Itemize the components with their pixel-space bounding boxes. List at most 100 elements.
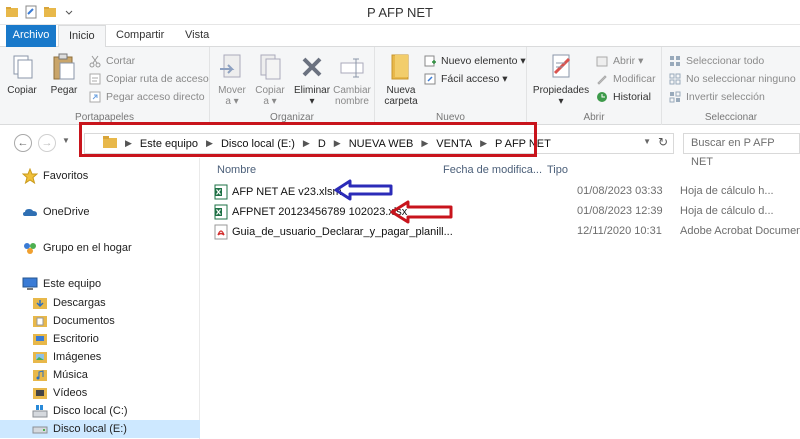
nav-disco-e[interactable]: Disco local (E:) <box>0 420 200 438</box>
crumb-d[interactable]: D <box>318 138 326 150</box>
invert-selection-button[interactable]: Invertir selección <box>668 89 765 105</box>
homegroup-icon <box>22 240 38 256</box>
address-history-button[interactable]: ▼ <box>643 137 651 146</box>
chevron-right-icon: ▶ <box>206 138 213 148</box>
select-all-button[interactable]: Seleccionar todo <box>668 53 764 69</box>
refresh-button[interactable]: ↻ <box>658 135 668 149</box>
chevron-right-icon: ▶ <box>125 138 132 148</box>
new-folder-button[interactable]: Nueva carpeta <box>381 51 421 107</box>
file-type: Hoja de cálculo h... <box>680 185 774 197</box>
nav-favoritos[interactable]: Favoritos <box>21 167 88 185</box>
nav-grupo-hogar[interactable]: Grupo en el hogar <box>22 239 132 257</box>
new-item-button[interactable]: Nuevo elemento ▾ <box>423 53 526 69</box>
nav-videos[interactable]: Vídeos <box>32 384 87 402</box>
new-folder-icon <box>385 51 417 83</box>
nav-escritorio[interactable]: Escritorio <box>32 330 99 348</box>
group-nuevo: Nueva carpeta Nuevo elemento ▾ Fácil acc… <box>375 47 527 125</box>
edit-button[interactable]: Modificar <box>595 71 656 87</box>
copy-button[interactable]: Copiar <box>6 51 38 96</box>
select-all-icon <box>668 54 682 68</box>
ribbon-tabs: Archivo Inicio Compartir Vista <box>0 25 800 48</box>
copy-to-button[interactable]: Copiar a ▾ <box>252 51 288 107</box>
recent-locations-button[interactable]: ▼ <box>62 136 70 145</box>
nav-disco-c[interactable]: Disco local (C:) <box>32 402 128 420</box>
new-item-icon <box>423 54 437 68</box>
move-to-button[interactable]: Mover a ▾ <box>214 51 250 107</box>
edit-icon <box>595 72 609 86</box>
open-button[interactable]: Abrir ▾ <box>595 53 643 69</box>
tab-inicio[interactable]: Inicio <box>58 25 106 48</box>
group-label-abrir: Abrir <box>583 112 605 123</box>
arrow-right-icon: → <box>41 137 53 149</box>
paste-shortcut-icon <box>88 90 102 104</box>
history-button[interactable]: Historial <box>595 89 651 105</box>
file-type: Hoja de cálculo d... <box>680 205 774 217</box>
table-row[interactable]: AFP NET AE v23.xlsm 01/08/2023 03:33 Hoj… <box>214 182 800 201</box>
tab-archivo[interactable]: Archivo <box>6 25 56 47</box>
title-bar: P AFP NET <box>0 0 800 25</box>
easy-access-button[interactable]: Fácil acceso ▾ <box>423 71 508 87</box>
downloads-folder-icon <box>32 295 48 311</box>
nav-documentos[interactable]: Documentos <box>32 312 115 330</box>
nav-musica[interactable]: Música <box>32 366 88 384</box>
search-input[interactable]: Buscar en P AFP NET <box>683 133 800 168</box>
column-header-date[interactable]: Fecha de modifica... <box>443 164 542 176</box>
move-icon <box>216 51 248 83</box>
column-header-name[interactable]: Nombre <box>217 164 256 176</box>
crumb-este-equipo[interactable]: Este equipo <box>140 138 198 150</box>
group-label-organizar: Organizar <box>270 112 314 123</box>
windows-drive-icon <box>32 403 48 419</box>
pdf-icon <box>214 224 228 240</box>
forward-button[interactable]: → <box>38 134 56 152</box>
computer-icon <box>22 276 38 292</box>
back-button[interactable]: ← <box>14 134 32 152</box>
select-none-icon <box>668 72 682 86</box>
copy-path-button[interactable]: Copiar ruta de acceso <box>88 71 209 87</box>
paste-shortcut-button[interactable]: Pegar acceso directo <box>88 89 205 105</box>
delete-icon <box>296 51 328 83</box>
table-row[interactable]: Guia_de_usuario_Declarar_y_pagar_planill… <box>214 222 800 241</box>
videos-folder-icon <box>32 385 48 401</box>
window-title: P AFP NET <box>367 5 433 20</box>
nav-este-equipo[interactable]: Este equipo <box>22 275 101 293</box>
tab-vista[interactable]: Vista <box>175 25 219 47</box>
nav-descargas[interactable]: Descargas <box>32 294 106 312</box>
column-header-type[interactable]: Tipo <box>547 164 568 176</box>
delete-button[interactable]: Eliminar ▾ <box>292 51 332 107</box>
group-label-seleccionar: Seleccionar <box>704 112 758 123</box>
chevron-right-icon: ▶ <box>421 138 429 148</box>
rename-button[interactable]: Cambiar nombre <box>332 51 372 107</box>
crumb-venta[interactable]: VENTA <box>436 138 472 150</box>
copy-to-icon <box>254 51 286 83</box>
open-icon <box>595 54 609 68</box>
nav-onedrive[interactable]: OneDrive <box>22 203 89 221</box>
navigation-pane: Favoritos OneDrive Grupo en el hogar Est… <box>0 158 200 439</box>
address-bar[interactable]: ▶ Este equipo ▶ Disco local (E:) ▶ D ▶ N… <box>84 133 674 154</box>
group-label-portapapeles: Portapapeles <box>75 112 134 123</box>
chevron-right-icon: ▶ <box>480 138 488 148</box>
star-icon <box>21 167 39 185</box>
paste-icon <box>48 51 80 83</box>
pictures-folder-icon <box>32 349 48 365</box>
cut-button[interactable]: Cortar <box>88 53 135 69</box>
tab-compartir[interactable]: Compartir <box>106 25 174 47</box>
crumb-nueva-web[interactable]: NUEVA WEB <box>349 138 414 150</box>
file-name: Guia_de_usuario_Declarar_y_pagar_planill… <box>232 225 453 238</box>
paste-button[interactable]: Pegar <box>48 51 80 96</box>
chevron-down-icon: ▼ <box>62 136 70 145</box>
crumb-p-afp-net[interactable]: P AFP NET <box>495 138 551 150</box>
select-none-button[interactable]: No seleccionar ninguno <box>668 71 796 87</box>
table-row[interactable]: AFPNET 20123456789 102023.xlsx 01/08/202… <box>214 202 800 221</box>
arrow-left-icon: ← <box>17 137 29 149</box>
copy-path-icon <box>88 72 102 86</box>
crumb-disco-local-e[interactable]: Disco local (E:) <box>221 138 295 150</box>
scissors-icon <box>88 54 102 68</box>
music-folder-icon <box>32 367 48 383</box>
address-row: ← → ▼ ↑ ▶ Este equipo ▶ Disco local (E:)… <box>0 126 800 168</box>
group-portapapeles: Copiar Pegar Cortar Copiar ruta de acces… <box>0 47 210 125</box>
nav-imagenes[interactable]: Imágenes <box>32 348 101 366</box>
properties-button[interactable]: Propiedades ▾ <box>531 51 591 107</box>
history-icon <box>595 90 609 104</box>
chevron-right-icon: ▶ <box>302 138 310 148</box>
group-seleccionar: Seleccionar todo No seleccionar ninguno … <box>662 47 800 125</box>
